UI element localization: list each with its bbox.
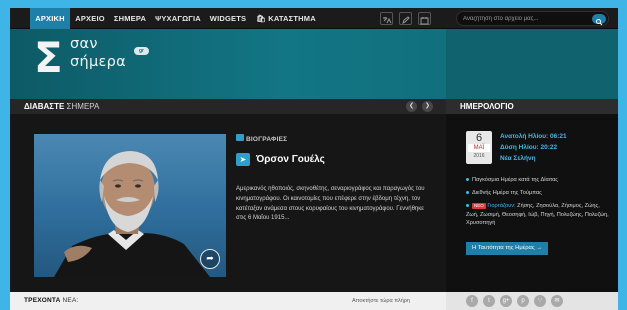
ticker-label-bold: ΤΡΕΧΟΝΤΑ [24,297,61,304]
social-bar: f t g+ p ∵ ✉ [446,292,618,310]
name-days: ΝΕΟ Γιορτάζουν: Ζήσης, Ζησούλα, Ζήσιμος,… [466,202,612,228]
rss-icon[interactable]: ∵ [534,295,546,307]
logo-mark: Σ [34,33,63,82]
date-month: ΜΑΪ [468,144,490,152]
bullet-icon [466,191,469,195]
calendar-sidebar: 6 ΜΑΪ 2016 Ανατολή Ηλίου: 06:21 Δύση Ηλί… [446,114,618,292]
ticker-label-rest: ΝΕΑ: [60,297,79,304]
chevron-right-icon: ❯ [424,103,431,109]
calendar-icon[interactable] [418,12,431,25]
nav-entertainment[interactable]: ΨΥΧΑΓΩΓΙΑ [151,8,205,29]
pin-icon: ➤ [236,153,250,166]
date-year: 2016 [473,153,485,159]
calendar-title: ΗΜΕΡΟΛΟΓΙΟ [460,102,514,111]
email-icon[interactable]: ✉ [551,295,563,307]
nav-store[interactable]: 🛍 ΚΑΤΑΣΤΗΜΑ [251,8,321,29]
news-ticker: ΤΡΕΧΟΝΤΑ ΝΕΑ: Αποκτήστε τώρα πλήρη f t g… [10,292,618,310]
logo-badge: gr [134,47,149,55]
bullet-icon [466,178,469,182]
section-title: ΔΙΑΒΑΣΤΕ ΣΗΜΕΡΑ [24,99,99,114]
featured-article: ➦ ΒΙΟΓΡΑΦΙΕΣ ➤ Όρσον Γουέλς Αμερικανός η… [10,114,446,292]
portrait-image [54,151,210,277]
event-item[interactable]: Παγκόσμια Ημέρα κατά της Δίαιτας [466,177,558,183]
folder-icon [236,134,244,141]
ticker-label: ΤΡΕΧΟΝΤΑ ΝΕΑ: [24,292,79,310]
article-excerpt: Αμερικανός ηθοποιός, σκηνοθέτης, σεναριο… [236,186,425,222]
new-badge: ΝΕΟ [472,203,486,209]
search-icon [596,18,603,25]
event-item[interactable]: Διεθνής Ημέρα της Τούμπας [466,190,542,196]
section-title-rest: ΣΗΜΕΡΑ [64,102,100,111]
sunrise-text: Ανατολή Ηλίου: 06:21 [500,133,567,140]
prev-article-button[interactable]: ❮ [406,101,417,112]
section-title-bold: ΔΙΑΒΑΣΤΕ [24,102,65,111]
name-days-label: Γιορτάζουν: [487,203,516,209]
next-article-button[interactable]: ❯ [422,101,433,112]
nav-today[interactable]: ΣΗΜΕΡΑ [110,8,150,29]
site-frame: ΑΡΧΙΚΗ ΑΡΧΕΙΟ ΣΗΜΕΡΑ ΨΥΧΑΓΩΓΙΑ WIDGETS 🛍… [10,8,618,310]
edit-icon[interactable] [399,12,412,25]
logo-line-2: σήμερα [70,54,127,70]
share-icon: ➦ [206,253,214,263]
article-title[interactable]: Όρσον Γουέλς [256,154,325,165]
nav-widgets[interactable]: WIDGETS [206,8,250,29]
sunset-text: Δύση Ηλίου: 20:22 [500,144,558,151]
search-box [456,11,609,26]
facebook-icon[interactable]: f [466,295,478,307]
event-label: Παγκόσμια Ημέρα κατά της Δίαιτας [472,177,559,183]
search-button[interactable] [592,13,606,25]
nav-archive[interactable]: ΑΡΧΕΙΟ [71,8,109,29]
nav-home[interactable]: ΑΡΧΙΚΗ [30,8,70,29]
article-photo[interactable] [34,134,226,277]
section-bar: ΔΙΑΒΑΣΤΕ ΣΗΜΕΡΑ ❮ ❯ [10,99,446,114]
day-identity-button[interactable]: Η Ταυτότητα της Ημέρας → [466,242,549,255]
top-navigation: ΑΡΧΙΚΗ ΑΡΧΕΙΟ ΣΗΜΕΡΑ ΨΥΧΑΓΩΓΙΑ WIDGETS 🛍… [10,8,618,29]
store-bag-icon: 🛍 [256,14,266,23]
bullet-icon [466,204,469,208]
date-day: 6 [475,132,483,144]
chevron-left-icon: ❮ [408,103,415,109]
nav-store-label: ΚΑΤΑΣΤΗΜΑ [268,14,316,23]
googleplus-icon[interactable]: g+ [500,295,512,307]
twitter-icon[interactable]: t [483,295,495,307]
calendar-header: ΗΜΕΡΟΛΟΓΙΟ [446,99,618,114]
article-category[interactable]: ΒΙΟΓΡΑΦΙΕΣ [246,136,287,143]
pinterest-icon[interactable]: p [517,295,529,307]
search-input[interactable] [463,13,583,24]
ticker-link[interactable]: Αποκτήστε τώρα πλήρη [352,292,410,310]
date-box: 6 ΜΑΪ 2016 [466,131,492,164]
translate-icon[interactable] [380,12,393,25]
header-right-panel [446,29,618,99]
logo-line-1: σαν [70,36,98,52]
moon-phase-text: Νέα Σελήνη [500,155,536,162]
event-label: Διεθνής Ημέρα της Τούμπας [472,190,542,196]
share-button[interactable]: ➦ [200,249,220,269]
